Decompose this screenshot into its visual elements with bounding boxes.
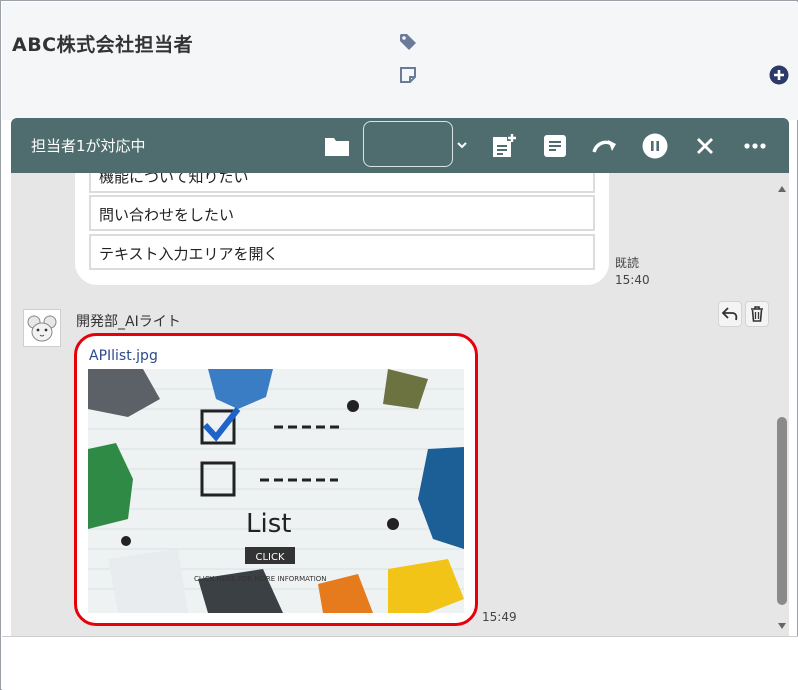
document-icon[interactable] bbox=[541, 132, 569, 160]
image-preview[interactable]: List CLICK CLICK HERE FOR MORE INFORMATI… bbox=[88, 369, 464, 613]
message-input-area[interactable] bbox=[2, 636, 798, 690]
contact-header: ABC株式会社担当者 bbox=[2, 2, 798, 120]
note-add-icon[interactable] bbox=[490, 132, 518, 160]
read-time: 15:40 bbox=[615, 273, 650, 287]
message-list: 機能について知りたい 問い合わせをしたい テキスト入力エリアを開く 既読 15:… bbox=[11, 173, 789, 636]
conversation-toolbar: 担当者1が対応中 bbox=[11, 118, 789, 173]
status-label: 担当者1が対応中 bbox=[31, 137, 146, 155]
chat-window: ABC株式会社担当者 担当者1が対応中 機能について知りたい 問い合わせをしたい… bbox=[0, 0, 798, 690]
option-button[interactable]: テキスト入力エリアを開く bbox=[89, 234, 595, 270]
tag-icon[interactable] bbox=[398, 32, 418, 52]
folder-icon[interactable] bbox=[323, 132, 351, 160]
redirect-icon[interactable] bbox=[591, 132, 619, 160]
file-message-bubble: APIlist.jpg List CLICK CLICK HERE FOR MO… bbox=[74, 333, 478, 626]
bot-message-bubble: 機能について知りたい 問い合わせをしたい テキスト入力エリアを開く bbox=[75, 173, 609, 285]
option-button[interactable]: 問い合わせをしたい bbox=[89, 195, 595, 231]
contact-name: ABC株式会社担当者 bbox=[12, 34, 194, 56]
note-icon[interactable] bbox=[399, 66, 417, 84]
preview-caption: CLICK HERE FOR MORE INFORMATION bbox=[194, 575, 327, 583]
option-button[interactable]: 機能について知りたい bbox=[89, 173, 595, 193]
scroll-up-icon[interactable] bbox=[777, 179, 787, 192]
trash-icon[interactable] bbox=[745, 301, 769, 327]
reply-icon[interactable] bbox=[718, 301, 742, 327]
avatar bbox=[23, 309, 61, 347]
scrollbar[interactable] bbox=[775, 173, 789, 636]
pause-icon[interactable] bbox=[641, 132, 669, 160]
message-time: 15:49 bbox=[482, 610, 517, 624]
preview-title: List bbox=[246, 509, 291, 539]
file-link[interactable]: APIlist.jpg bbox=[89, 348, 158, 364]
message-actions bbox=[718, 301, 770, 327]
chevron-down-icon[interactable] bbox=[455, 135, 469, 155]
sender-name: 開発部_AIライト bbox=[76, 314, 181, 330]
scroll-thumb[interactable] bbox=[777, 417, 787, 605]
read-status: 既読 15:40 bbox=[615, 255, 650, 289]
read-label: 既読 bbox=[615, 256, 640, 270]
close-icon[interactable] bbox=[691, 132, 719, 160]
more-icon[interactable] bbox=[741, 132, 769, 160]
scroll-down-icon[interactable] bbox=[777, 616, 787, 629]
assignee-select[interactable] bbox=[363, 121, 453, 167]
preview-click-label: CLICK bbox=[255, 552, 284, 563]
add-circle-icon[interactable] bbox=[769, 65, 789, 85]
